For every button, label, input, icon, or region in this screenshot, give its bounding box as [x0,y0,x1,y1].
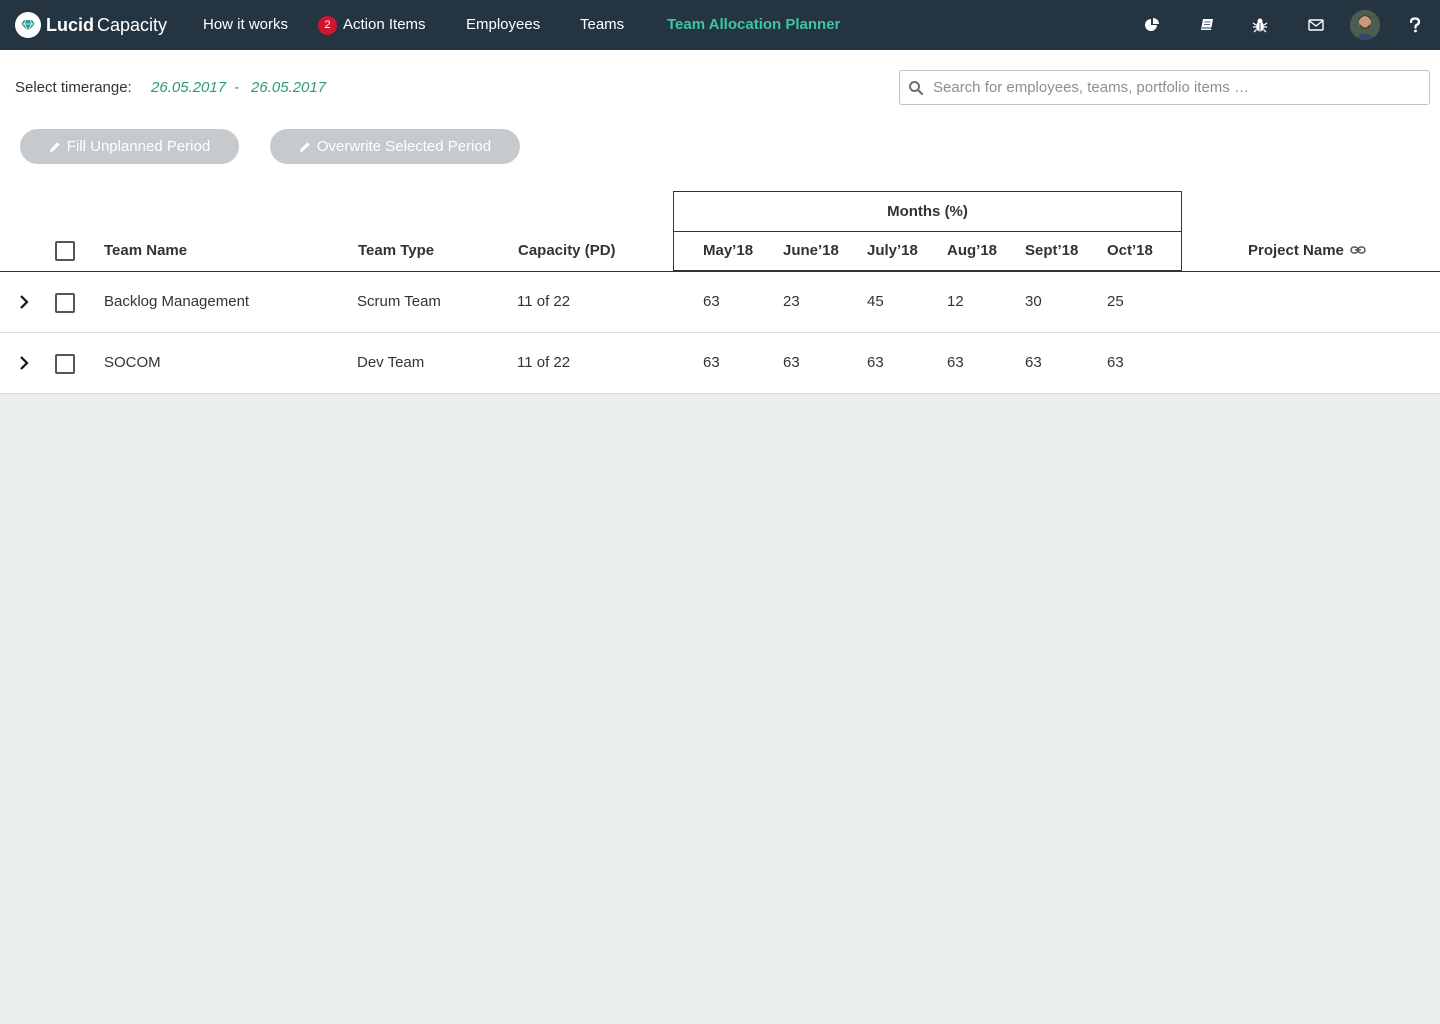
overwrite-selected-period-button[interactable]: Overwrite Selected Period [270,129,520,164]
column-header-month: June’18 [783,242,839,259]
book-icon[interactable] [1195,13,1219,37]
month-value-cell[interactable]: 63 [703,354,720,371]
nav-action-items-label: Action Items [343,16,426,33]
month-value-cell[interactable]: 63 [783,354,800,371]
brand-logo-link[interactable]: Lucid Capacity [15,12,167,38]
pie-chart-icon[interactable] [1140,13,1164,37]
chevron-right-icon[interactable] [16,294,32,310]
chevron-right-icon[interactable] [16,355,32,371]
months-column-group: Months (%) [673,191,1182,271]
project-name-label: Project Name [1248,242,1344,259]
search-icon [908,80,924,96]
date-from[interactable]: 26.05.2017 [151,79,226,96]
column-header-team-name[interactable]: Team Name [104,242,187,259]
nav-teams[interactable]: Teams [580,0,624,50]
row-checkbox[interactable] [55,354,75,374]
column-header-month: Aug’18 [947,242,998,259]
user-avatar[interactable] [1350,10,1380,40]
column-header-month: Sept’18 [1025,242,1079,259]
fill-unplanned-period-label: Fill Unplanned Period [66,138,211,155]
team-name-cell[interactable]: SOCOM [104,354,161,371]
month-value-cell[interactable]: 63 [1025,354,1042,371]
fill-unplanned-period-button[interactable]: Fill Unplanned Period [20,129,239,164]
months-group-title: Months (%) [887,203,968,220]
table-row: Backlog Management Scrum Team 11 of 22 6… [0,272,1440,333]
pencil-icon [49,141,60,152]
planner-panel: Select timerange: 26.05.2017 - 26.05.201… [0,50,1440,394]
nav-team-allocation-planner[interactable]: Team Allocation Planner [667,0,840,50]
column-header-project-name[interactable]: Project Name [1248,242,1366,259]
month-value-cell[interactable]: 63 [867,354,884,371]
date-to[interactable]: 26.05.2017 [251,79,326,96]
month-value-cell[interactable]: 63 [703,293,720,310]
brand-name-light: Capacity [97,14,168,35]
bug-icon[interactable] [1248,13,1272,37]
row-checkbox[interactable] [55,293,75,313]
capacity-cell: 11 of 22 [517,354,571,371]
team-type-cell: Dev Team [357,354,425,371]
overwrite-selected-period-label: Overwrite Selected Period [316,138,492,155]
months-divider [674,231,1181,232]
month-value-cell[interactable]: 45 [867,293,884,310]
month-value-cell[interactable]: 25 [1107,293,1124,310]
month-value-cell[interactable]: 63 [947,354,964,371]
month-value-cell[interactable]: 23 [783,293,800,310]
nav-how-it-works[interactable]: How it works [203,0,288,50]
column-header-team-type[interactable]: Team Type [358,242,434,259]
brand-name-bold: Lucid [46,14,94,35]
action-items-badge: 2 [318,16,337,35]
column-header-month: May’18 [703,242,754,259]
diamond-icon [15,12,41,38]
pencil-icon [299,141,310,152]
column-header-capacity[interactable]: Capacity (PD) [518,242,616,259]
team-name-cell[interactable]: Backlog Management [104,293,249,310]
team-type-cell: Scrum Team [357,293,441,310]
top-navigation: Lucid Capacity How it works 2 Action Item… [0,0,1440,50]
capacity-cell: 11 of 22 [517,293,571,310]
envelope-icon[interactable] [1304,13,1328,37]
help-icon[interactable] [1403,13,1427,37]
timerange-label: Select timerange: [15,79,132,96]
date-separator: - [234,79,239,96]
search-input[interactable] [933,71,1423,104]
column-header-month: Oct’18 [1107,242,1153,259]
month-value-cell[interactable]: 30 [1025,293,1042,310]
link-icon [1350,246,1366,254]
nav-employees[interactable]: Employees [466,0,540,50]
search-box [899,70,1430,105]
month-value-cell[interactable]: 12 [947,293,964,310]
month-value-cell[interactable]: 63 [1107,354,1124,371]
nav-action-items[interactable]: 2 Action Items [318,0,426,50]
column-header-month: July’18 [867,242,918,259]
table-row: SOCOM Dev Team 11 of 22 63 63 63 63 63 6… [0,333,1440,394]
select-all-checkbox[interactable] [55,241,75,261]
